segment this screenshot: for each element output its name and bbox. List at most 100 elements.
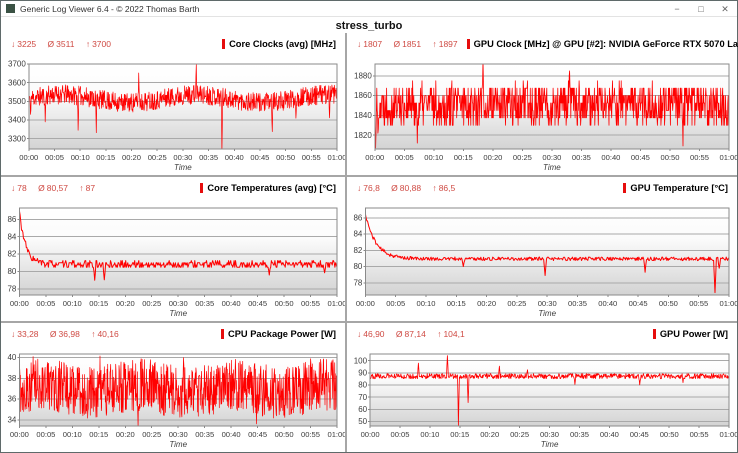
app-icon	[6, 4, 15, 13]
chart-plot-cpu-power[interactable]: 3436384000:0000:0500:1000:1500:2000:2500…	[1, 350, 345, 452]
min-arrow-icon: ↓	[11, 39, 15, 49]
chart-title: GPU Clock [MHz] @ GPU [#2]: NVIDIA GeFor…	[467, 39, 738, 49]
svg-text:40: 40	[7, 353, 16, 362]
svg-text:00:10: 00:10	[63, 430, 82, 439]
chart-plot-gpu-power[interactable]: 506070809010000:0000:0500:1000:1500:2000…	[347, 350, 737, 452]
svg-text:80: 80	[358, 381, 367, 390]
svg-text:00:35: 00:35	[199, 153, 218, 162]
svg-text:00:05: 00:05	[386, 299, 405, 308]
svg-text:00:45: 00:45	[248, 430, 267, 439]
svg-text:00:20: 00:20	[122, 153, 141, 162]
stat-min-value: 78	[17, 183, 26, 193]
svg-text:1880: 1880	[354, 72, 372, 81]
stat-avg: Ø1851	[394, 39, 422, 49]
svg-text:3300: 3300	[8, 134, 26, 143]
svg-text:50: 50	[358, 417, 367, 426]
stats-row: ↓1807 Ø1851 ↑1897	[357, 39, 467, 49]
maximize-button[interactable]: □	[689, 2, 713, 16]
stat-min-value: 33,28	[17, 329, 38, 339]
page-title: stress_turbo	[1, 17, 737, 34]
svg-text:00:10: 00:10	[71, 153, 90, 162]
max-arrow-icon: ↑	[432, 183, 436, 193]
avg-symbol-icon: Ø	[50, 329, 57, 339]
stat-min: ↓1807	[357, 39, 382, 49]
svg-text:38: 38	[7, 374, 16, 383]
svg-text:00:55: 00:55	[690, 430, 709, 439]
svg-text:84: 84	[353, 230, 362, 239]
chart-plot-core-temps[interactable]: 788082848600:0000:0500:1000:1500:2000:25…	[1, 204, 345, 321]
chart-plot-core-clocks[interactable]: 3300340035003600370000:0000:0500:1000:15…	[1, 60, 345, 175]
svg-text:00:55: 00:55	[689, 299, 708, 308]
svg-text:00:20: 00:20	[116, 299, 135, 308]
stat-min: ↓3225	[11, 39, 36, 49]
stat-avg: Ø87,14	[396, 329, 426, 339]
minimize-button[interactable]: −	[665, 2, 689, 16]
panel-header: ↓1807 Ø1851 ↑1897 GPU Clock [MHz] @ GPU …	[347, 38, 737, 60]
avg-symbol-icon: Ø	[38, 183, 45, 193]
stat-min-value: 76,8	[363, 183, 380, 193]
svg-text:00:50: 00:50	[276, 153, 295, 162]
svg-text:00:15: 00:15	[450, 430, 469, 439]
min-arrow-icon: ↓	[357, 183, 361, 193]
svg-text:1860: 1860	[354, 91, 372, 100]
stat-avg-value: 1851	[402, 39, 421, 49]
max-arrow-icon: ↑	[91, 329, 95, 339]
avg-symbol-icon: Ø	[396, 329, 403, 339]
svg-text:00:05: 00:05	[36, 299, 55, 308]
stat-max: ↑3700	[86, 39, 111, 49]
svg-text:Time: Time	[169, 440, 187, 449]
svg-text:00:30: 00:30	[542, 153, 561, 162]
chart-plot-gpu-clock[interactable]: 182018401860188000:0000:0500:1000:1500:2…	[347, 60, 737, 175]
chart-panel-cpu-power: ↓33,28 Ø36,98 ↑40,16 CPU Package Power […	[1, 323, 347, 452]
svg-text:84: 84	[7, 232, 16, 241]
stat-min-value: 3225	[17, 39, 36, 49]
svg-text:00:25: 00:25	[142, 430, 161, 439]
svg-text:80: 80	[353, 262, 362, 271]
svg-text:00:50: 00:50	[660, 430, 679, 439]
chart-title-text: CPU Package Power [W]	[228, 329, 336, 339]
panel-header: ↓3225 Ø3511 ↑3700 Core Clocks (avg) [MHz…	[1, 38, 345, 60]
avg-symbol-icon: Ø	[48, 39, 55, 49]
stat-min-value: 1807	[363, 39, 382, 49]
svg-text:86: 86	[353, 213, 362, 222]
chart-plot-gpu-temp[interactable]: 788082848600:0000:0500:1000:1500:2000:25…	[347, 204, 737, 321]
svg-text:78: 78	[7, 285, 16, 294]
svg-text:00:50: 00:50	[275, 299, 294, 308]
stats-row: ↓46,90 Ø87,14 ↑104,1	[357, 329, 474, 339]
svg-text:Time: Time	[169, 309, 187, 318]
svg-text:80: 80	[7, 267, 16, 276]
svg-text:00:25: 00:25	[513, 153, 532, 162]
stat-max: ↑40,16	[91, 329, 119, 339]
stat-avg-value: 87,14	[405, 329, 426, 339]
stat-max: ↑1897	[432, 39, 457, 49]
svg-text:00:10: 00:10	[63, 299, 82, 308]
close-button[interactable]: ✕	[713, 2, 737, 16]
svg-text:00:20: 00:20	[483, 153, 502, 162]
svg-text:90: 90	[358, 369, 367, 378]
svg-text:00:05: 00:05	[36, 430, 55, 439]
svg-text:01:00: 01:00	[327, 430, 345, 439]
svg-text:3600: 3600	[8, 78, 26, 87]
svg-text:00:45: 00:45	[631, 153, 650, 162]
svg-text:60: 60	[358, 405, 367, 414]
svg-text:00:30: 00:30	[540, 430, 559, 439]
svg-text:00:30: 00:30	[169, 430, 188, 439]
legend-marker-icon	[221, 329, 224, 339]
chart-panel-gpu-clock: ↓1807 Ø1851 ↑1897 GPU Clock [MHz] @ GPU …	[347, 33, 737, 177]
svg-text:00:50: 00:50	[659, 299, 678, 308]
svg-text:00:25: 00:25	[148, 153, 167, 162]
stat-max-value: 3700	[92, 39, 111, 49]
svg-text:70: 70	[358, 393, 367, 402]
stat-avg-value: 3511	[56, 39, 74, 49]
stat-avg-value: 80,57	[47, 183, 68, 193]
svg-text:00:10: 00:10	[420, 430, 439, 439]
svg-text:00:15: 00:15	[454, 153, 473, 162]
svg-text:82: 82	[353, 246, 362, 255]
svg-text:3500: 3500	[8, 97, 26, 106]
panel-header: ↓78 Ø80,57 ↑87 Core Temperatures (avg) […	[1, 182, 345, 204]
svg-text:00:55: 00:55	[301, 430, 320, 439]
stat-max: ↑104,1	[437, 329, 465, 339]
avg-symbol-icon: Ø	[391, 183, 398, 193]
svg-text:00:00: 00:00	[356, 299, 375, 308]
svg-text:00:30: 00:30	[169, 299, 188, 308]
